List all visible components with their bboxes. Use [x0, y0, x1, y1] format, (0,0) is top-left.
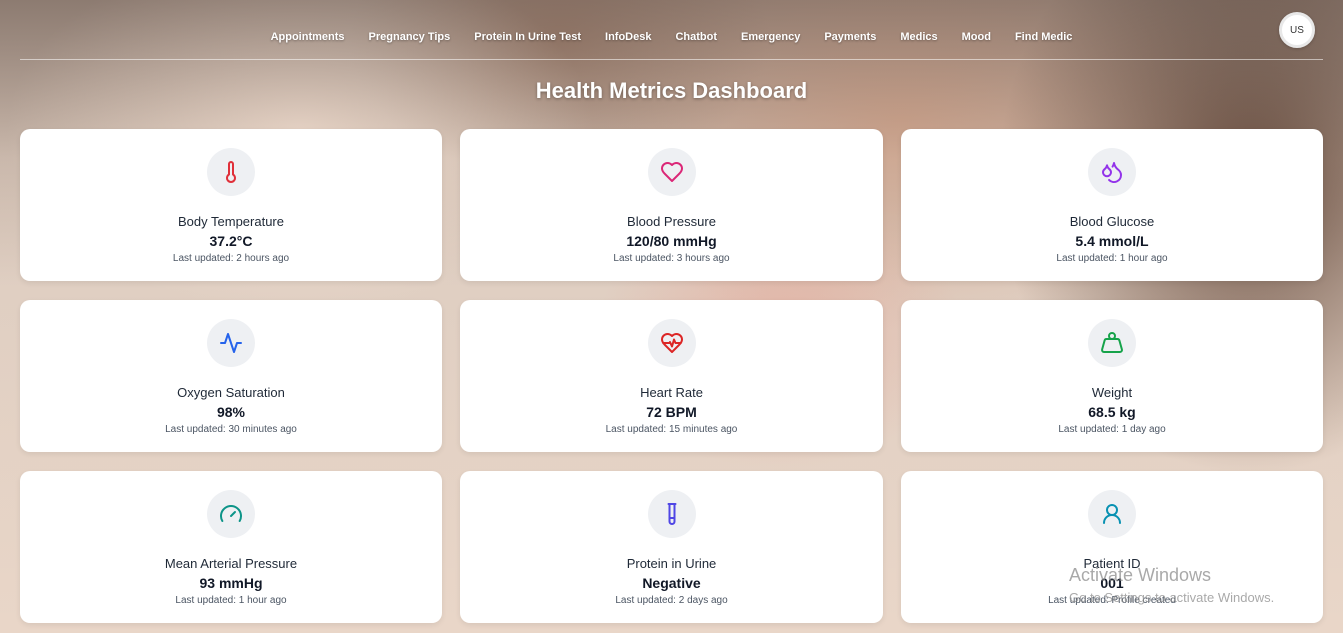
metric-updated: Last updated: Profile created [1048, 595, 1176, 606]
metric-value: 98% [216, 404, 246, 420]
user-icon [1088, 490, 1136, 538]
nav-link-infodesk[interactable]: InfoDesk [605, 31, 651, 43]
nav-links: Appointments Pregnancy Tips Protein In U… [271, 31, 1073, 43]
metric-value: 001 [1100, 575, 1124, 591]
metric-updated: Last updated: 1 hour ago [175, 595, 287, 606]
metric-updated: Last updated: 15 minutes ago [605, 424, 738, 435]
metric-value: 68.5 kg [1088, 404, 1136, 420]
metric-value: Negative [642, 575, 701, 591]
metric-value: 93 mmHg [199, 575, 263, 591]
metric-card-blood-pressure: Blood Pressure 120/80 mmHg Last updated:… [460, 129, 883, 281]
metric-updated: Last updated: 1 hour ago [1056, 253, 1168, 264]
metric-value: 5.4 mmol/L [1075, 233, 1149, 249]
metric-card-patient-id: Patient ID 001 Last updated: Profile cre… [901, 471, 1323, 623]
metric-card-mean-arterial-pressure: Mean Arterial Pressure 93 mmHg Last upda… [20, 471, 442, 623]
metric-card-blood-glucose: Blood Glucose 5.4 mmol/L Last updated: 1… [901, 129, 1323, 281]
metric-label: Oxygen Saturation [177, 385, 285, 400]
activity-icon [207, 319, 255, 367]
heart-pulse-icon [647, 319, 696, 367]
metric-card-protein-in-urine: Protein in Urine Negative Last updated: … [460, 471, 883, 623]
metrics-grid: Body Temperature 37.2°C Last updated: 2 … [20, 129, 1323, 623]
metric-label: Weight [1091, 385, 1133, 400]
metric-label: Blood Pressure [627, 214, 716, 229]
heart-icon [647, 148, 696, 196]
nav-link-payments[interactable]: Payments [824, 31, 876, 43]
user-avatar[interactable]: US [1279, 12, 1315, 48]
metric-card-heart-rate: Heart Rate 72 BPM Last updated: 15 minut… [460, 300, 883, 452]
thermometer-icon [207, 148, 255, 196]
metric-label: Protein in Urine [626, 556, 717, 571]
metric-label: Mean Arterial Pressure [164, 556, 298, 571]
page-title: Health Metrics Dashboard [535, 78, 808, 103]
metric-label: Heart Rate [640, 385, 703, 400]
nav-link-mood[interactable]: Mood [962, 31, 991, 43]
nav-link-chatbot[interactable]: Chatbot [675, 31, 717, 43]
metric-card-weight: Weight 68.5 kg Last updated: 1 day ago [901, 300, 1323, 452]
nav-link-pregnancy-tips[interactable]: Pregnancy Tips [369, 31, 451, 43]
metric-label: Blood Glucose [1069, 214, 1155, 229]
gauge-icon [207, 490, 255, 538]
weight-icon [1088, 319, 1136, 367]
metric-label: Patient ID [1083, 556, 1141, 571]
nav-link-protein-in-urine-test[interactable]: Protein In Urine Test [474, 31, 581, 43]
metric-updated: Last updated: 3 hours ago [613, 253, 730, 264]
top-nav: Appointments Pregnancy Tips Protein In U… [20, 0, 1323, 60]
metric-value: 37.2°C [209, 233, 253, 249]
metric-updated: Last updated: 2 days ago [615, 595, 728, 606]
nav-link-appointments[interactable]: Appointments [271, 31, 345, 43]
metric-value: 120/80 mmHg [626, 233, 717, 249]
metric-value: 72 BPM [646, 404, 697, 420]
droplets-icon [1088, 148, 1136, 196]
metric-card-oxygen-saturation: Oxygen Saturation 98% Last updated: 30 m… [20, 300, 442, 452]
metric-updated: Last updated: 2 hours ago [172, 253, 290, 264]
metric-card-body-temperature: Body Temperature 37.2°C Last updated: 2 … [20, 129, 442, 281]
metric-label: Body Temperature [178, 214, 284, 229]
nav-link-emergency[interactable]: Emergency [741, 31, 800, 43]
metric-updated: Last updated: 1 day ago [1058, 424, 1166, 435]
test-tube-icon [647, 490, 696, 538]
nav-link-find-medic[interactable]: Find Medic [1015, 31, 1072, 43]
metric-updated: Last updated: 30 minutes ago [165, 424, 297, 435]
nav-link-medics[interactable]: Medics [900, 31, 937, 43]
